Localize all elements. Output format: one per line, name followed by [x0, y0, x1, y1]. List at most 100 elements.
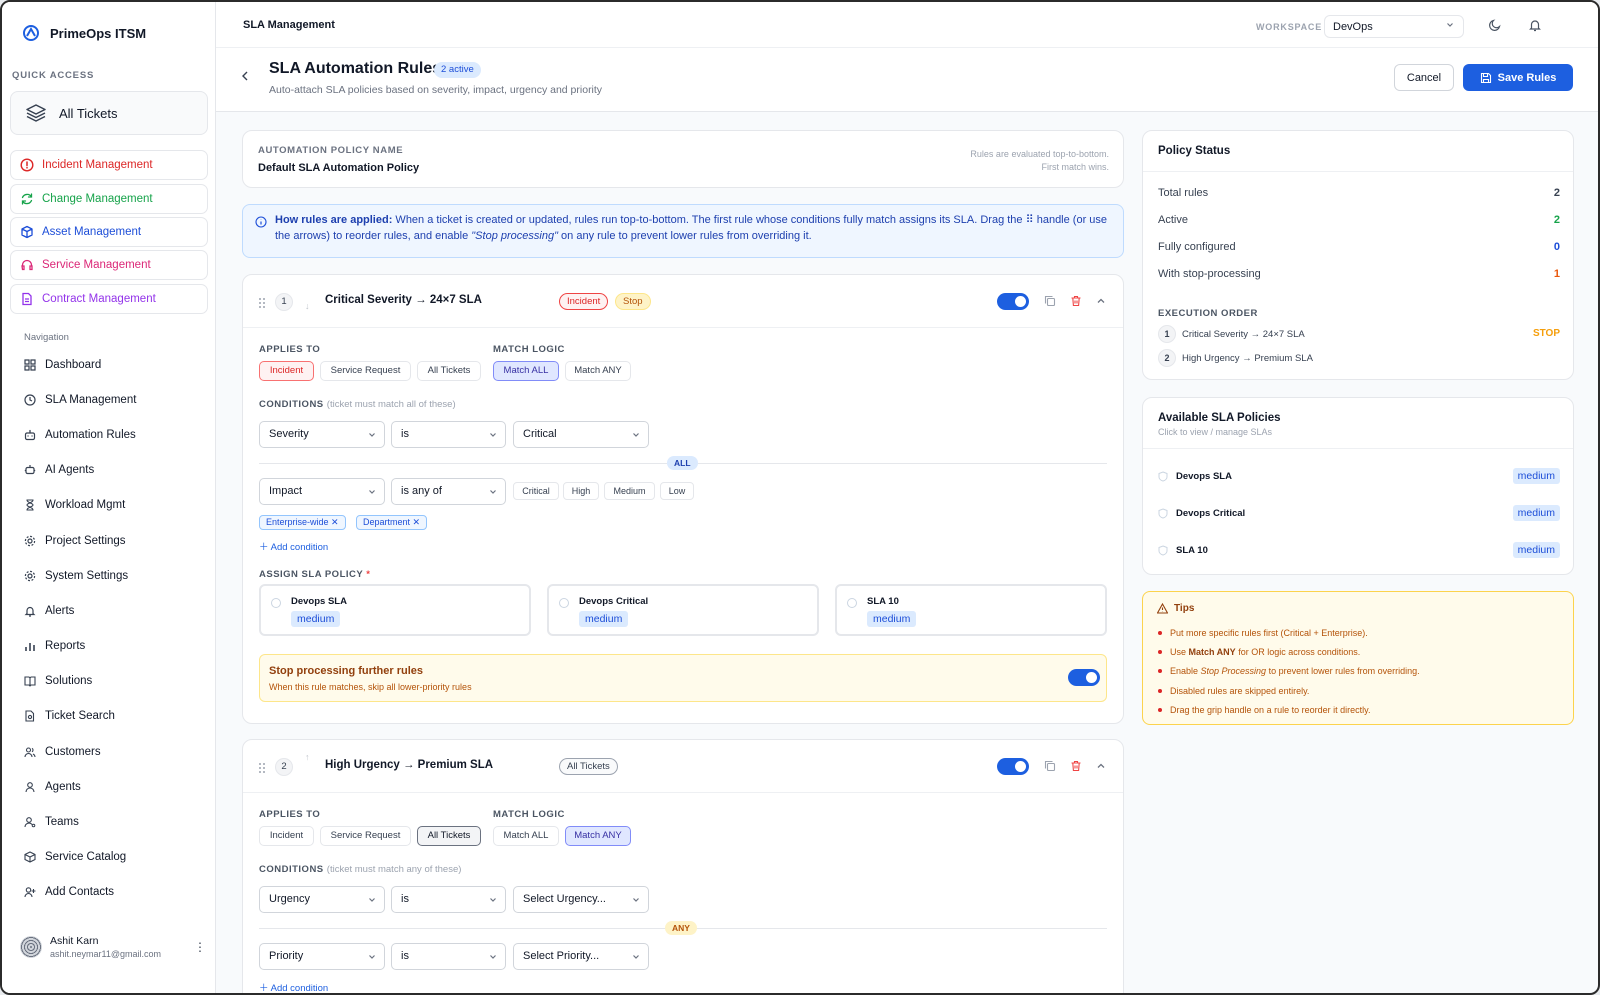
nav-item-dashboard[interactable]: Dashboard: [2, 347, 216, 382]
nav-item-teams[interactable]: Teams: [2, 804, 216, 839]
condition-operator-select[interactable]: is: [391, 943, 506, 970]
impact-option-high[interactable]: High: [563, 482, 599, 500]
move-down-icon[interactable]: ↓: [305, 301, 310, 311]
module-incident-management[interactable]: Incident Management: [10, 150, 208, 180]
file-search-icon: [25, 710, 35, 723]
more-vertical-icon[interactable]: ⋮: [194, 940, 206, 954]
condition-field-select[interactable]: Severity: [259, 421, 385, 448]
cancel-button[interactable]: Cancel: [1394, 64, 1454, 91]
rule-header[interactable]: 2 ↑ High Urgency → Premium SLA All Ticke…: [243, 740, 1123, 793]
nav-item-agents[interactable]: Agents: [2, 769, 216, 804]
active-count-badge: 2 active: [434, 62, 481, 78]
trash-icon[interactable]: [1070, 295, 1082, 307]
sla-policy-option[interactable]: SLA 10 medium: [835, 584, 1107, 636]
nav-item-automation-rules[interactable]: Automation Rules: [2, 417, 216, 452]
trash-icon[interactable]: [1070, 760, 1082, 772]
applies-service-request[interactable]: Service Request: [320, 361, 411, 381]
quick-access-label: QUICK ACCESS: [12, 70, 95, 81]
condition-field-select[interactable]: Priority: [259, 943, 385, 970]
policy-name: Devops Critical: [1176, 508, 1246, 520]
nav-item-system-settings[interactable]: System Settings: [2, 558, 216, 593]
applies-incident[interactable]: Incident: [259, 826, 314, 846]
copy-icon[interactable]: [1044, 295, 1056, 307]
user-profile[interactable]: Ashit Karn ashit.neymar11@gmail.com ⋮: [20, 932, 206, 962]
module-contract-management[interactable]: Contract Management: [10, 284, 208, 314]
save-rules-button[interactable]: Save Rules: [1463, 64, 1573, 91]
nav-item-reports[interactable]: Reports: [2, 629, 216, 664]
nav-item-workload-mgmt[interactable]: Workload Mgmt: [2, 488, 216, 523]
match-all-option[interactable]: Match ALL: [493, 826, 559, 846]
available-policy-item[interactable]: Devops SLA medium: [1158, 468, 1560, 484]
close-icon[interactable]: ✕: [331, 517, 339, 527]
policy-name-input[interactable]: Default SLA Automation Policy: [258, 162, 419, 174]
applies-all-tickets[interactable]: All Tickets: [417, 361, 481, 381]
condition-value-select[interactable]: Select Priority...: [513, 943, 649, 970]
grip-handle-icon[interactable]: [258, 297, 266, 309]
module-service-management[interactable]: Service Management: [10, 250, 208, 280]
brand[interactable]: PrimeOps ITSM: [22, 24, 146, 42]
workspace-select[interactable]: DevOps: [1324, 15, 1464, 38]
applies-all-tickets[interactable]: All Tickets: [417, 826, 481, 846]
radio-button[interactable]: [559, 598, 569, 608]
sla-policy-option[interactable]: Devops SLA medium: [259, 584, 531, 636]
condition-value-select[interactable]: Critical: [513, 421, 649, 448]
condition-operator-select[interactable]: is any of: [391, 478, 506, 505]
grip-handle-icon[interactable]: [258, 762, 266, 774]
applies-service-request[interactable]: Service Request: [320, 826, 411, 846]
close-icon[interactable]: ✕: [413, 517, 421, 527]
available-policy-item[interactable]: Devops Critical medium: [1158, 505, 1560, 521]
match-any-option[interactable]: Match ANY: [565, 361, 631, 381]
module-change-management[interactable]: Change Management: [10, 184, 208, 214]
match-all-option[interactable]: Match ALL: [493, 361, 559, 381]
nav-item-service-catalog[interactable]: Service Catalog: [2, 840, 216, 875]
applies-incident[interactable]: Incident: [259, 361, 314, 381]
copy-icon[interactable]: [1044, 760, 1056, 772]
nav-item-alerts[interactable]: Alerts: [2, 593, 216, 628]
all-tickets-button[interactable]: All Tickets: [10, 91, 208, 135]
module-asset-management[interactable]: Asset Management: [10, 217, 208, 247]
nav-item-ticket-search[interactable]: Ticket Search: [2, 699, 216, 734]
match-logic-label: MATCH LOGIC: [493, 809, 565, 820]
nav-item-sla-management[interactable]: SLA Management: [2, 382, 216, 417]
condition-value-select[interactable]: Select Urgency...: [513, 886, 649, 913]
nav-item-project-settings[interactable]: Project Settings: [2, 523, 216, 558]
impact-option-low[interactable]: Low: [660, 482, 694, 500]
available-policy-item[interactable]: SLA 10 medium: [1158, 542, 1560, 558]
execution-order-item[interactable]: 1 Critical Severity → 24×7 SLA STOP: [1158, 325, 1560, 343]
add-condition-link[interactable]: ＋ Add condition: [259, 980, 328, 993]
condition-operator-select[interactable]: is: [391, 886, 506, 913]
selected-chip-department[interactable]: Department ✕: [356, 515, 428, 530]
move-up-icon[interactable]: ↑: [305, 752, 310, 762]
radio-button[interactable]: [847, 598, 857, 608]
rule-header[interactable]: 1 ↓ Critical Severity → 24×7 SLA Inciden…: [243, 275, 1123, 328]
nav-item-label: Ticket Search: [45, 710, 115, 723]
condition-field-select[interactable]: Impact: [259, 478, 385, 505]
execution-order-item[interactable]: 2 High Urgency → Premium SLA: [1158, 349, 1560, 367]
nav-item-add-contacts[interactable]: Add Contacts: [2, 875, 216, 910]
moon-icon[interactable]: [1488, 18, 1502, 32]
impact-option-critical[interactable]: Critical: [513, 482, 559, 500]
nav-item-solutions[interactable]: Solutions: [2, 664, 216, 699]
stop-processing-toggle[interactable]: [1068, 669, 1100, 686]
condition-operator-select[interactable]: is: [391, 421, 506, 448]
impact-option-medium[interactable]: Medium: [604, 482, 655, 500]
chevron-up-icon[interactable]: [1095, 295, 1107, 307]
hourglass-icon: [26, 499, 34, 511]
add-condition-link[interactable]: ＋ Add condition: [259, 539, 328, 553]
bell-icon[interactable]: [1528, 18, 1542, 32]
rule-enabled-toggle[interactable]: [997, 758, 1029, 775]
nav-item-ai-agents[interactable]: AI Agents: [2, 453, 216, 488]
back-arrow-icon[interactable]: [240, 70, 250, 82]
status-row: With stop-processing 1: [1158, 268, 1560, 280]
evaluation-hint: Rules are evaluated top-to-bottom. First…: [970, 148, 1109, 174]
breadcrumb[interactable]: SLA Management: [243, 19, 335, 31]
nav-item-customers[interactable]: Customers: [2, 734, 216, 769]
rule-enabled-toggle[interactable]: [997, 293, 1029, 310]
selected-chip-enterprise-wide[interactable]: Enterprise-wide ✕: [259, 515, 346, 530]
match-any-option[interactable]: Match ANY: [565, 826, 631, 846]
sla-policy-option[interactable]: Devops Critical medium: [547, 584, 819, 636]
stop-processing-subtitle: When this rule matches, skip all lower-p…: [269, 682, 472, 692]
condition-field-select[interactable]: Urgency: [259, 886, 385, 913]
radio-button[interactable]: [271, 598, 281, 608]
chevron-up-icon[interactable]: [1095, 760, 1107, 772]
